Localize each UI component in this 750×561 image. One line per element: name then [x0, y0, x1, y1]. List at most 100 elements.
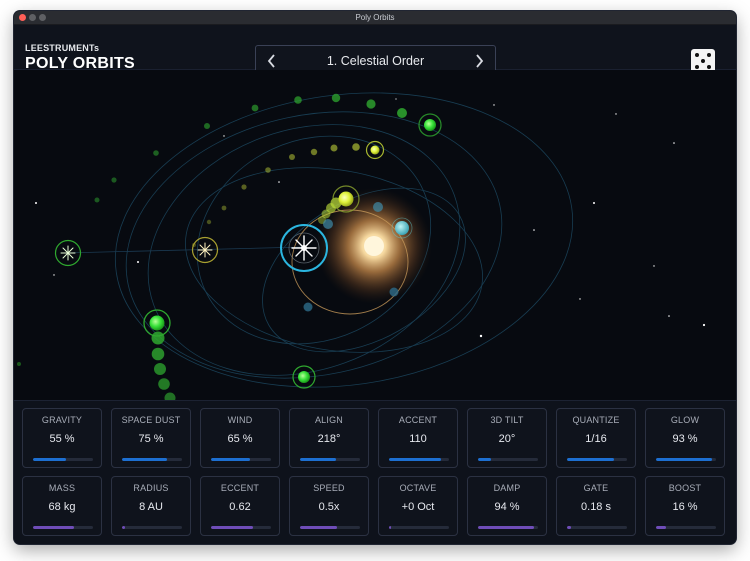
knob-level-fill [33, 458, 66, 461]
knob-level-track[interactable] [122, 526, 182, 529]
green-planet-trail [94, 93, 407, 203]
knob-label: WIND [227, 415, 253, 425]
knob-level-track[interactable] [300, 526, 360, 529]
knob-mass[interactable]: MASS 68 kg [22, 476, 102, 536]
app-header: LEESTRUMENTs POLY ORBITS 1. Celestial Or… [14, 25, 736, 78]
knob-label: GRAVITY [41, 415, 83, 425]
moon-small-4[interactable] [389, 287, 399, 297]
knob-value: 0.62 [229, 501, 251, 513]
teal-moon[interactable] [391, 217, 413, 239]
knob-value: 55 % [49, 433, 75, 445]
chevron-left-icon[interactable] [262, 50, 282, 72]
control-panel: GRAVITY 55 % SPACE DUST 75 % WIND 65 % ALIGN 21… [14, 400, 736, 544]
moon-small-1[interactable] [373, 202, 383, 212]
knob-label: ECCENT [220, 483, 260, 493]
knob-level-track[interactable] [478, 458, 538, 461]
orbit-visualization[interactable] [14, 70, 736, 400]
knob-level-fill [478, 526, 535, 529]
knob-level-fill [656, 526, 666, 529]
knob-level-fill [211, 458, 250, 461]
knob-label: QUANTIZE [572, 415, 620, 425]
knob-level-track[interactable] [656, 526, 716, 529]
knob-label: ACCENT [398, 415, 438, 425]
knob-value: 20° [498, 433, 516, 445]
knob-label: 3D TILT [490, 415, 524, 425]
knob-radius[interactable]: RADIUS 8 AU [111, 476, 191, 536]
knob-label: SPEED [313, 483, 345, 493]
knob-level-fill [300, 526, 338, 529]
knob-level-track[interactable] [122, 458, 182, 461]
knob-level-fill [122, 458, 167, 461]
knob-level-track[interactable] [389, 458, 449, 461]
knob-label: SPACE DUST [121, 415, 181, 425]
knob-level-track[interactable] [478, 526, 538, 529]
knob-gate[interactable]: GATE 0.18 s [556, 476, 636, 536]
moon-small-3[interactable] [303, 302, 313, 312]
knob-level-track[interactable] [567, 526, 627, 529]
knob-value: 93 % [672, 433, 698, 445]
knob-level-track[interactable] [300, 458, 360, 461]
knob-level-fill [389, 526, 391, 529]
knob-level-track[interactable] [33, 458, 93, 461]
knob-level-track[interactable] [656, 458, 716, 461]
knob-level-fill [567, 458, 614, 461]
green-planet[interactable] [418, 113, 442, 137]
knob-label: DAMP [493, 483, 521, 493]
knob-glow[interactable]: GLOW 93 % [645, 408, 725, 468]
knob-value: 110 [409, 433, 427, 445]
knob-value: 68 kg [48, 501, 76, 513]
knob-wind[interactable]: WIND 65 % [200, 408, 280, 468]
knob-label: OCTAVE [399, 483, 437, 493]
knob-accent[interactable]: ACCENT 110 [378, 408, 458, 468]
knob-value: 8 AU [139, 501, 163, 513]
knob-gravity[interactable]: GRAVITY 55 % [22, 408, 102, 468]
knob-3d-tilt[interactable]: 3D TILT 20° [467, 408, 547, 468]
knob-level-fill [567, 526, 572, 529]
knob-value: 16 % [672, 501, 698, 513]
knob-value: 94 % [494, 501, 520, 513]
knob-value: 218° [317, 433, 341, 445]
knob-level-track[interactable] [389, 526, 449, 529]
moon-small-2[interactable] [323, 219, 333, 229]
knob-value: +0 Oct [401, 501, 435, 513]
yellow-planet[interactable] [365, 140, 385, 160]
knob-level-fill [656, 458, 712, 461]
knob-level-fill [389, 458, 441, 461]
window-title: Poly Orbits [355, 13, 395, 22]
app-window: Poly Orbits LEESTRUMENTs POLY ORBITS 1. … [14, 11, 736, 544]
knob-label: MASS [48, 483, 76, 493]
knob-octave[interactable]: OCTAVE +0 Oct [378, 476, 458, 536]
knob-level-track[interactable] [211, 526, 271, 529]
knob-level-fill [478, 458, 492, 461]
knob-value: 75 % [138, 433, 164, 445]
knob-level-track[interactable] [33, 526, 93, 529]
knob-label: RADIUS [133, 483, 169, 493]
knob-label: GATE [583, 483, 609, 493]
knob-value: 0.18 s [581, 501, 611, 513]
knob-speed[interactable]: SPEED 0.5x [289, 476, 369, 536]
knob-value: 65 % [227, 433, 253, 445]
knob-label: GLOW [670, 415, 700, 425]
knob-label: BOOST [668, 483, 702, 493]
knob-eccent[interactable]: ECCENT 0.62 [200, 476, 280, 536]
edge-particle [17, 362, 21, 366]
knob-level-fill [211, 526, 253, 529]
chevron-right-icon[interactable] [469, 50, 489, 72]
knob-level-fill [122, 526, 125, 529]
knob-label: ALIGN [314, 415, 343, 425]
lower-planet-trail [151, 331, 176, 400]
knob-value: 1/16 [585, 433, 607, 445]
knob-quantize[interactable]: QUANTIZE 1/16 [556, 408, 636, 468]
brand-label: LEESTRUMENTs [25, 43, 100, 53]
title-bar: Poly Orbits [14, 11, 736, 25]
knob-boost[interactable]: BOOST 16 % [645, 476, 725, 536]
knob-align[interactable]: ALIGN 218° [289, 408, 369, 468]
alignment-line [63, 246, 305, 254]
knob-value: 0.5x [318, 501, 340, 513]
knob-level-track[interactable] [567, 458, 627, 461]
knob-damp[interactable]: DAMP 94 % [467, 476, 547, 536]
knob-level-track[interactable] [211, 458, 271, 461]
knob-space-dust[interactable]: SPACE DUST 75 % [111, 408, 191, 468]
knob-level-fill [300, 458, 336, 461]
knob-level-fill [33, 526, 74, 529]
